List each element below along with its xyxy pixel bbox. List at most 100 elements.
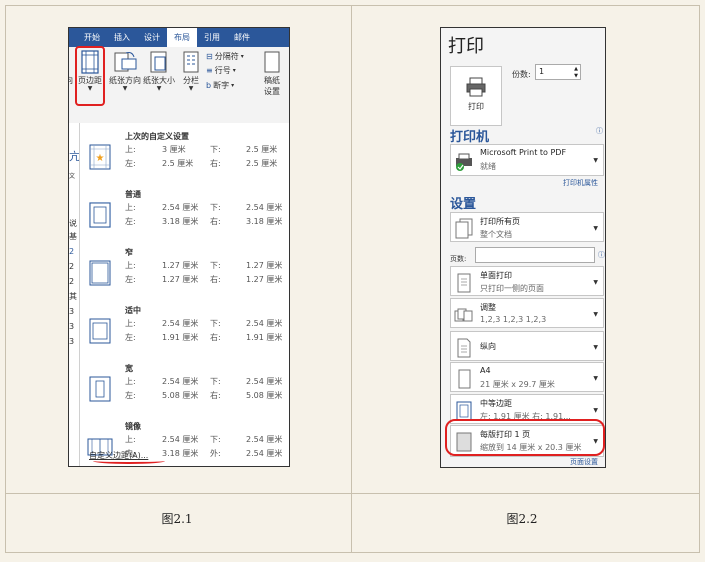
chevron-down-icon: ▼	[593, 407, 598, 414]
setting-sub: 1,2,3 1,2,3 1,2,3	[480, 315, 547, 324]
svg-text:★: ★	[96, 153, 105, 164]
breaks-icon: ⊟	[206, 52, 213, 61]
portrait-icon	[457, 338, 471, 358]
figure-caption-1: 图2.1	[161, 512, 193, 526]
chevron-down-icon: ▼	[593, 157, 598, 164]
printer-icon	[466, 77, 486, 97]
word-print-screenshot: 打印 打印 份数: 1 ▲ ▼ 打印机 ⓘ Microsoft Print to…	[440, 27, 606, 468]
margin-option-wide[interactable]: 宽 上: 2.54 厘米 下: 2.54 厘米 左: 5.08 厘米 右: 5.…	[80, 358, 289, 416]
chevron-down-icon: ▾	[231, 82, 235, 89]
columns-icon	[183, 51, 199, 73]
copies-value: 1	[539, 67, 545, 76]
paper-size-icon	[150, 51, 167, 73]
margin-option-last-custom[interactable]: ★ 上次的自定义设置 上: 3 厘米 下: 2.5 厘米 左: 2.5 厘米 右…	[80, 126, 289, 184]
margin-option-name: 宽	[125, 364, 133, 373]
ribbon-tab-edge	[69, 28, 77, 47]
sides-dropdown[interactable]: 单面打印 只打印一侧的页面 ▼	[450, 266, 604, 296]
setting-main: 调整	[480, 303, 496, 312]
highlight-margins-button	[75, 46, 105, 106]
margin-preset-icon	[89, 260, 111, 286]
printer-status: 就绪	[480, 162, 496, 171]
copies-label: 份数:	[512, 70, 531, 79]
margin-preset-icon	[89, 376, 111, 402]
pages-label: 页数:	[450, 255, 467, 263]
page: 开始 插入 设计 布局 引用 邮件 向 页边距 ▼	[0, 0, 705, 562]
chevron-down-icon: ▼	[593, 344, 598, 351]
collate-dropdown[interactable]: 调整 1,2,3 1,2,3 1,2,3 ▼	[450, 298, 604, 328]
page-setup-link[interactable]: 页面设置	[570, 457, 598, 467]
one-sided-icon	[457, 273, 471, 293]
print-title: 打印	[448, 36, 484, 57]
margin-option-moderate[interactable]: 适中 上: 2.54 厘米 下: 2.54 厘米 左: 1.91 厘米 右: 1…	[80, 300, 289, 358]
spin-down-icon[interactable]: ▼	[574, 73, 578, 79]
paper-a4-icon	[458, 369, 471, 389]
printer-properties-link[interactable]: 打印机属性	[563, 178, 598, 188]
highlight-custom-margins	[93, 458, 165, 464]
margin-option-narrow[interactable]: 窄 上: 1.27 厘米 下: 1.27 厘米 左: 1.27 厘米 右: 1.…	[80, 242, 289, 300]
orientation-button[interactable]: 纸张方向 ▼	[109, 49, 141, 92]
pages-icon	[455, 218, 473, 239]
doc-text: 文	[69, 173, 76, 180]
print-range-dropdown[interactable]: 打印所有页 整个文档 ▼	[450, 212, 604, 242]
collate-icon	[454, 308, 473, 322]
breaks-button[interactable]: ⊟ 分隔符 ▾	[206, 51, 244, 62]
doc-text: 说	[69, 219, 77, 228]
print-button[interactable]: 打印	[450, 66, 502, 126]
copies-input[interactable]: 1 ▲ ▼	[535, 64, 581, 80]
chevron-down-icon: ▼	[593, 279, 598, 286]
info-icon[interactable]: ⓘ	[596, 126, 603, 136]
chevron-down-icon: ▾	[240, 53, 244, 60]
setting-main: 中等边距	[480, 399, 512, 408]
draft-settings-label-1: 稿纸	[264, 76, 280, 85]
tab-insert[interactable]: 插入	[107, 28, 137, 47]
info-icon[interactable]: ⓘ	[598, 250, 605, 260]
pages-input[interactable]	[475, 247, 595, 263]
hyphenation-label: 断字	[213, 81, 230, 90]
margin-option-name: 镜像	[125, 422, 141, 431]
hyphenation-icon: b	[206, 81, 212, 90]
text-direction-button-partial[interactable]: 向	[69, 49, 73, 86]
margin-preset-icon	[89, 202, 111, 228]
row-divider	[6, 493, 699, 494]
draft-settings-button[interactable]: 稿纸 设置	[261, 49, 283, 97]
line-numbers-button[interactable]: ≡ 行号 ▾	[206, 65, 236, 76]
chevron-down-icon: ▼	[156, 85, 162, 92]
figure-caption-2: 图2.2	[506, 512, 538, 526]
chevron-down-icon: ▾	[232, 67, 236, 74]
margin-option-name: 适中	[125, 306, 141, 315]
highlight-pages-per-sheet	[445, 419, 605, 456]
printer-dropdown[interactable]: Microsoft Print to PDF 就绪 ▼	[450, 144, 604, 176]
setting-sub: 整个文档	[480, 230, 512, 239]
chevron-down-icon: ▼	[188, 85, 194, 92]
print-button-label: 打印	[468, 102, 484, 111]
spin-up-icon[interactable]: ▲	[574, 66, 578, 72]
tab-references[interactable]: 引用	[197, 28, 227, 47]
margin-option-name: 上次的自定义设置	[125, 132, 189, 141]
size-button[interactable]: 纸张大小 ▼	[143, 49, 175, 92]
tab-mailings[interactable]: 邮件	[227, 28, 257, 47]
tab-design[interactable]: 设计	[137, 28, 167, 47]
margin-preset-star-icon: ★	[89, 144, 111, 170]
printer-ready-icon	[456, 153, 472, 171]
tab-home[interactable]: 开始	[77, 28, 107, 47]
margin-option-normal[interactable]: 普通 上: 2.54 厘米 下: 2.54 厘米 左: 3.18 厘米 右: 3…	[80, 184, 289, 242]
chevron-down-icon: ▼	[593, 225, 598, 232]
tab-layout[interactable]: 布局	[167, 28, 197, 47]
setting-main: 单面打印	[480, 271, 512, 280]
paper-size-dropdown[interactable]: A4 21 厘米 x 29.7 厘米 ▼	[450, 362, 604, 392]
setting-main: 纵向	[480, 342, 496, 351]
orientation-dropdown[interactable]: 纵向 ▼	[450, 331, 604, 361]
chevron-down-icon: ▼	[122, 85, 128, 92]
draft-settings-label-2: 设置	[264, 87, 280, 96]
ribbon-tabs: 开始 插入 设计 布局 引用 邮件	[69, 28, 289, 47]
setting-main: A4	[480, 366, 491, 375]
breaks-label: 分隔符	[214, 52, 239, 61]
doc-text: 2	[69, 277, 75, 286]
columns-button[interactable]: 分栏 ▼	[180, 49, 202, 92]
hyphenation-button[interactable]: b 断字 ▾	[206, 80, 234, 91]
margins-dropdown: ★ 上次的自定义设置 上: 3 厘米 下: 2.5 厘米 左: 2.5 厘米 右…	[79, 123, 289, 466]
doc-text: 2	[69, 262, 75, 271]
doc-text: 3	[69, 337, 75, 346]
doc-text: 基	[69, 232, 77, 241]
chevron-down-icon: ▼	[593, 375, 598, 382]
